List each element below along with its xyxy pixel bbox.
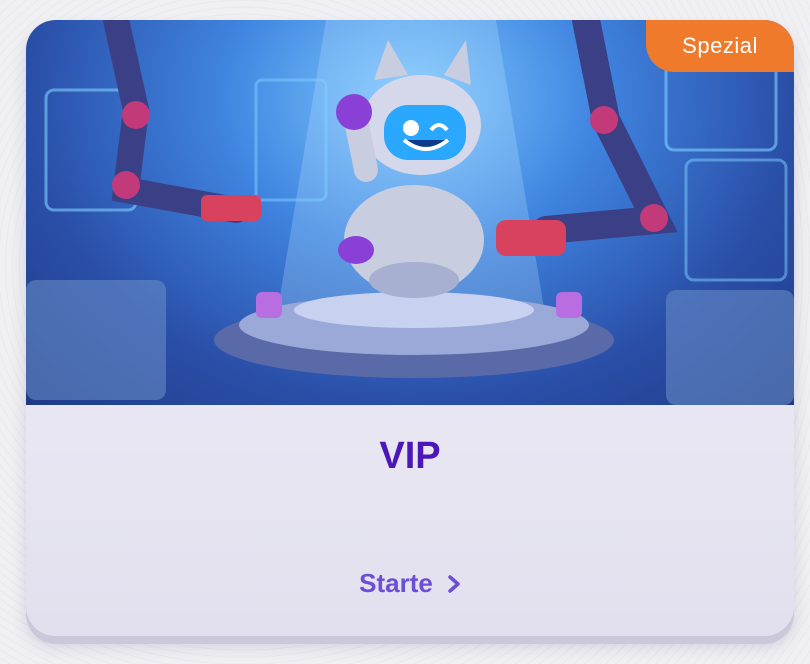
hero-image <box>26 20 794 405</box>
special-badge: Spezial <box>646 20 794 72</box>
robot-cat-illustration <box>26 20 794 405</box>
start-button-label: Starte <box>359 568 433 598</box>
start-button[interactable]: Starte <box>26 568 794 599</box>
chevron-right-icon <box>448 574 460 593</box>
vip-card[interactable]: Spezial VIP Starte <box>26 20 794 636</box>
card-title: VIP <box>379 435 441 477</box>
